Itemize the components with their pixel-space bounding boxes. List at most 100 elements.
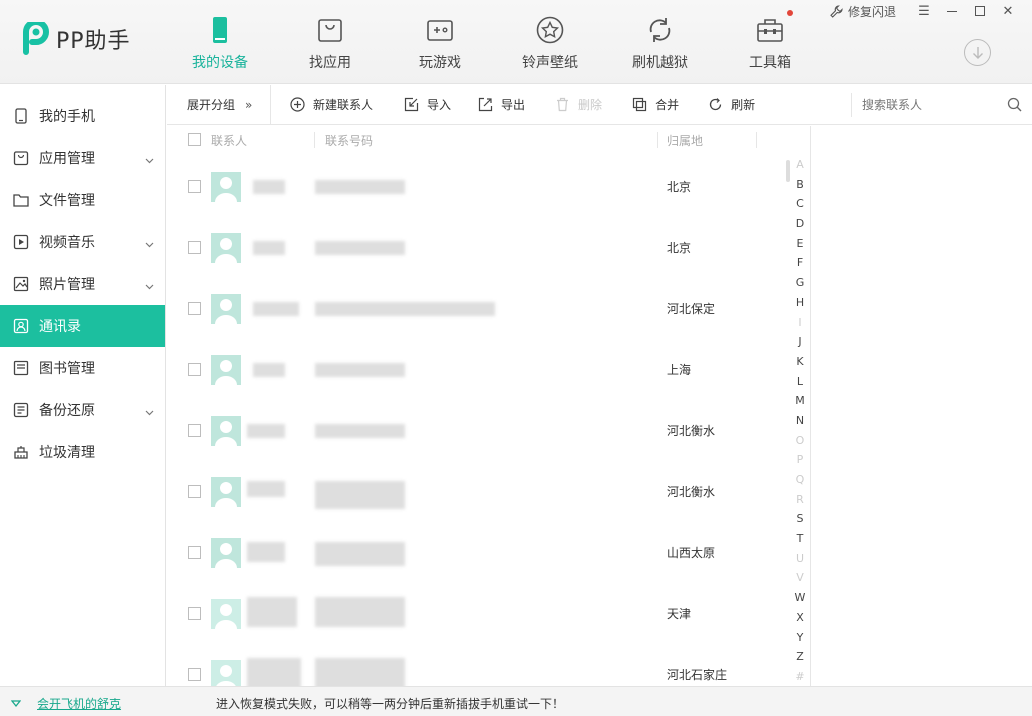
delete-button[interactable]: 删除 xyxy=(555,85,602,125)
menu-button[interactable]: ☰ xyxy=(910,2,938,20)
alphabet-letter[interactable]: H xyxy=(790,296,810,316)
alphabet-letter[interactable]: Z xyxy=(790,650,810,670)
alphabet-letter[interactable]: O xyxy=(790,434,810,454)
close-button[interactable]: ✕ xyxy=(994,2,1022,20)
sidebar-item-photo-management[interactable]: 照片管理 xyxy=(0,263,165,305)
chevron-down-icon[interactable] xyxy=(145,404,154,420)
chevron-down-icon[interactable] xyxy=(145,236,154,252)
sidebar-item-file-management[interactable]: 文件管理 xyxy=(0,179,165,221)
contact-row[interactable]: 北京 xyxy=(167,217,777,278)
location-text: 北京 xyxy=(667,180,692,194)
alphabet-letter[interactable]: D xyxy=(790,217,810,237)
blurred-name xyxy=(247,658,301,686)
search-input[interactable] xyxy=(862,98,1002,112)
list-header: 联系人 联系号码 归属地 xyxy=(167,126,810,154)
alphabet-letter[interactable]: S xyxy=(790,512,810,532)
nav-tab-find-apps[interactable]: 找应用 xyxy=(285,14,375,74)
contact-row[interactable]: 河北衡水 xyxy=(167,461,777,522)
blurred-name xyxy=(247,597,297,627)
blurred-name xyxy=(247,542,285,562)
contact-row[interactable]: 上海 xyxy=(167,339,777,400)
alphabet-letter[interactable]: G xyxy=(790,276,810,296)
photo-icon xyxy=(13,276,29,292)
expand-group-button[interactable]: 展开分组 » xyxy=(167,84,271,125)
contact-row[interactable]: 河北石家庄 xyxy=(167,644,777,686)
nav-tab-my-device[interactable]: 我的设备 xyxy=(175,14,265,74)
search-icon[interactable] xyxy=(1007,97,1022,116)
avatar xyxy=(211,538,241,568)
alphabet-letter[interactable]: W xyxy=(790,591,810,611)
row-checkbox[interactable] xyxy=(188,302,201,315)
row-checkbox[interactable] xyxy=(188,668,201,681)
nav-tab-games[interactable]: 玩游戏 xyxy=(395,14,485,74)
alphabet-letter[interactable]: A xyxy=(790,158,810,178)
alphabet-letter[interactable]: Q xyxy=(790,473,810,493)
sidebar-item-book-management[interactable]: 图书管理 xyxy=(0,347,165,389)
download-button[interactable] xyxy=(964,39,991,66)
contact-row[interactable]: 天津 xyxy=(167,583,777,644)
new-contact-button[interactable]: 新建联系人 xyxy=(290,85,373,125)
repair-crash-button[interactable]: 修复闪退 xyxy=(830,3,896,20)
alphabet-letter[interactable]: P xyxy=(790,453,810,473)
alphabet-letter[interactable]: Y xyxy=(790,631,810,651)
alphabet-letter[interactable]: C xyxy=(790,197,810,217)
alphabet-letter[interactable]: V xyxy=(790,571,810,591)
export-button[interactable]: 导出 xyxy=(478,85,525,125)
location-text: 山西太原 xyxy=(667,546,716,560)
contact-row[interactable]: 河北保定 xyxy=(167,278,777,339)
nav-tab-ringtones-wallpapers[interactable]: 铃声壁纸 xyxy=(505,14,595,74)
book-icon xyxy=(13,360,29,376)
status-message: 进入恢复模式失败，可以稍等一两分钟后重新插拔手机重试一下！ xyxy=(216,697,565,711)
nav-tab-toolbox[interactable]: 工具箱 xyxy=(725,14,815,74)
alphabet-letter[interactable]: I xyxy=(790,316,810,336)
location-text: 上海 xyxy=(667,363,692,377)
alphabet-letter[interactable]: U xyxy=(790,552,810,572)
merge-button[interactable]: 合并 xyxy=(632,85,679,125)
alphabet-letter[interactable]: K xyxy=(790,355,810,375)
phone-outline-icon xyxy=(13,108,29,124)
maximize-button[interactable] xyxy=(966,2,994,20)
import-icon xyxy=(404,97,419,112)
chevron-down-icon[interactable] xyxy=(145,278,154,294)
app-name: PP助手 xyxy=(56,29,131,54)
row-checkbox[interactable] xyxy=(188,546,201,559)
row-checkbox[interactable] xyxy=(188,363,201,376)
alphabet-index: A B C D E F G H I J K L M N O P Q R S T U V W X Y Z # xyxy=(790,158,810,690)
alphabet-letter[interactable]: N xyxy=(790,414,810,434)
contact-row[interactable]: 河北衡水 xyxy=(167,400,777,461)
blurred-name xyxy=(247,424,285,438)
row-checkbox[interactable] xyxy=(188,485,201,498)
sidebar-item-app-management[interactable]: 应用管理 xyxy=(0,137,165,179)
row-checkbox[interactable] xyxy=(188,241,201,254)
alphabet-letter[interactable]: B xyxy=(790,178,810,198)
chevron-down-icon[interactable] xyxy=(145,152,154,168)
alphabet-letter[interactable]: T xyxy=(790,532,810,552)
import-button[interactable]: 导入 xyxy=(404,85,451,125)
row-checkbox[interactable] xyxy=(188,607,201,620)
sidebar-item-junk-cleanup[interactable]: 垃圾清理 xyxy=(0,431,165,473)
contact-row[interactable]: 山西太原 xyxy=(167,522,777,583)
device-name-link[interactable]: 会开飞机的舒克 xyxy=(37,695,121,712)
header-contact: 联系人 xyxy=(211,134,248,148)
minimize-button[interactable] xyxy=(938,2,966,20)
alphabet-letter[interactable]: X xyxy=(790,611,810,631)
sidebar: 我的手机 应用管理 文件管理 视频音乐 照片管理 通讯录 图书管理 备份还原 垃… xyxy=(0,85,166,686)
nav-tab-flash-jailbreak[interactable]: 刷机越狱 xyxy=(615,14,705,74)
alphabet-letter[interactable]: M xyxy=(790,394,810,414)
sidebar-item-backup-restore[interactable]: 备份还原 xyxy=(0,389,165,431)
refresh-button[interactable]: 刷新 xyxy=(708,85,755,125)
alphabet-letter[interactable]: J xyxy=(790,335,810,355)
location-text: 河北保定 xyxy=(667,302,716,316)
select-all-checkbox[interactable] xyxy=(188,133,201,146)
alphabet-letter[interactable]: L xyxy=(790,375,810,395)
contact-row[interactable]: 北京 xyxy=(167,156,777,217)
sidebar-item-contacts[interactable]: 通讯录 xyxy=(0,305,165,347)
triangle-down-icon[interactable] xyxy=(10,697,22,711)
sidebar-item-video-music[interactable]: 视频音乐 xyxy=(0,221,165,263)
sidebar-item-my-phone[interactable]: 我的手机 xyxy=(0,95,165,137)
alphabet-letter[interactable]: R xyxy=(790,493,810,513)
alphabet-letter[interactable]: F xyxy=(790,256,810,276)
row-checkbox[interactable] xyxy=(188,180,201,193)
row-checkbox[interactable] xyxy=(188,424,201,437)
alphabet-letter[interactable]: E xyxy=(790,237,810,257)
